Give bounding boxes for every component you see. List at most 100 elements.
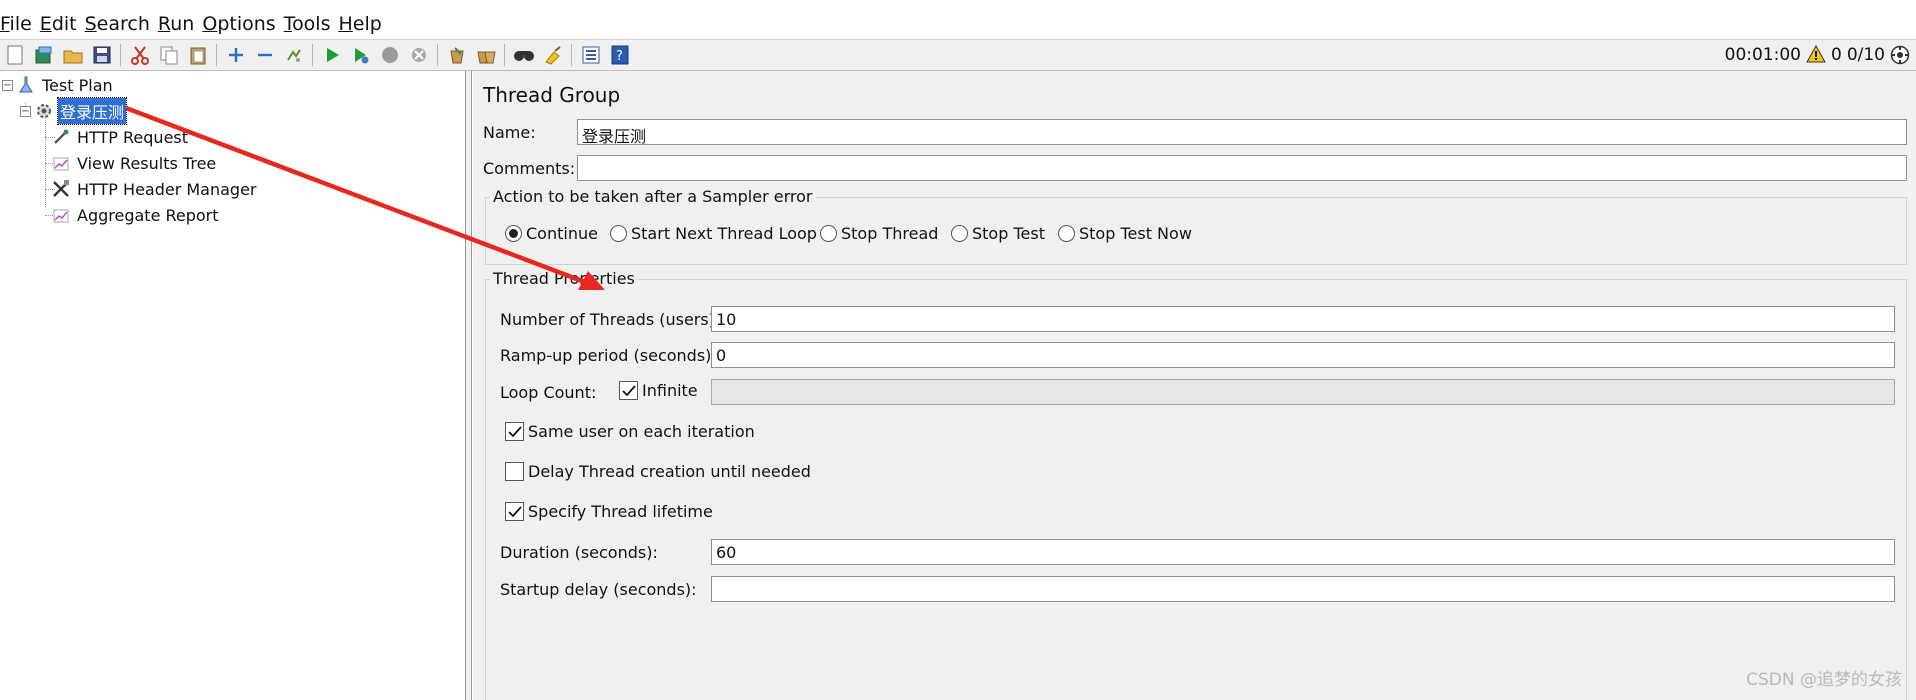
infinite-checkbox[interactable]: Infinite: [619, 381, 698, 400]
thread-group-panel: Thread Group Name: 登录压测 Comments: Action…: [473, 71, 1916, 700]
warning-icon[interactable]: [1806, 44, 1826, 65]
tree-label: HTTP Header Manager: [77, 179, 257, 199]
comments-field[interactable]: [577, 155, 1907, 181]
checkbox-label: Same user on each iteration: [528, 422, 755, 441]
checkbox-label: Infinite: [642, 381, 698, 400]
duration-label: Duration (seconds):: [500, 543, 658, 562]
menu-tools[interactable]: Tools: [284, 13, 337, 35]
svg-text:?: ?: [616, 49, 623, 64]
radio-label: Stop Thread: [841, 224, 939, 243]
menu-edit[interactable]: Edit: [40, 13, 83, 35]
startup-delay-label: Startup delay (seconds):: [500, 580, 697, 599]
menu-file[interactable]: File: [0, 13, 38, 35]
loop-count-label: Loop Count:: [500, 383, 597, 402]
rampup-field[interactable]: 0: [711, 342, 1895, 368]
menu-options[interactable]: Options: [202, 13, 281, 35]
radio-button[interactable]: [951, 225, 968, 242]
test-plan-icon: [17, 76, 35, 94]
cut-icon[interactable]: [126, 41, 154, 69]
menu-help[interactable]: Help: [339, 13, 388, 35]
startup-delay-field[interactable]: [711, 576, 1895, 602]
new-icon[interactable]: [1, 41, 29, 69]
tree-line: [45, 115, 46, 207]
start-no-pauses-icon[interactable]: [347, 41, 375, 69]
radio-stop-test-now[interactable]: Stop Test Now: [1058, 224, 1192, 243]
test-plan-tree: − Test Plan − 登录压测 HTTP Request View Res…: [0, 71, 466, 700]
toggle-icon[interactable]: [280, 41, 308, 69]
shutdown-icon[interactable]: [405, 41, 433, 69]
remote-status-icon[interactable]: [1890, 45, 1910, 66]
tree-node-http-header-manager[interactable]: HTTP Header Manager: [52, 177, 259, 201]
search-icon[interactable]: [510, 41, 538, 69]
start-icon[interactable]: [318, 41, 346, 69]
delay-thread-checkbox[interactable]: Delay Thread creation until needed: [505, 462, 811, 481]
toolbar: ? 00:01:00 0 0/10: [0, 39, 1916, 71]
tree-node-thread-group[interactable]: − 登录压测: [20, 97, 128, 125]
loop-count-field[interactable]: [711, 379, 1895, 405]
radio-continue[interactable]: Continue: [505, 224, 598, 243]
warning-count: 0: [1830, 45, 1842, 65]
elapsed-time: 00:01:00: [1724, 45, 1801, 65]
help-icon[interactable]: ?: [606, 41, 634, 69]
tree-label: Aggregate Report: [77, 205, 219, 225]
threads-label: Number of Threads (users):: [500, 310, 721, 329]
collapse-toggle-icon[interactable]: −: [20, 105, 31, 117]
clear-icon[interactable]: [443, 41, 471, 69]
menu-search[interactable]: Search: [85, 13, 156, 35]
pipette-icon: [52, 128, 70, 146]
tree-label: Test Plan: [42, 75, 113, 95]
checkbox-label: Delay Thread creation until needed: [528, 462, 811, 481]
collapse-toggle-icon[interactable]: −: [2, 79, 13, 91]
checkbox-box[interactable]: [505, 502, 524, 521]
threads-field[interactable]: 10: [711, 306, 1895, 332]
checkbox-box[interactable]: [619, 381, 638, 400]
radio-button[interactable]: [505, 225, 522, 242]
checkbox-box[interactable]: [505, 462, 524, 481]
checkbox-box[interactable]: [505, 422, 524, 441]
toolbar-separator: [120, 44, 121, 66]
split-pane-divider[interactable]: [466, 71, 472, 700]
radio-label: Start Next Thread Loop: [631, 224, 817, 243]
checkbox-label: Specify Thread lifetime: [528, 502, 713, 521]
radio-label: Stop Test Now: [1079, 224, 1192, 243]
radio-button[interactable]: [610, 225, 627, 242]
name-field[interactable]: 登录压测: [577, 119, 1907, 146]
radio-button[interactable]: [1058, 225, 1075, 242]
tree-node-test-plan[interactable]: − Test Plan: [2, 73, 115, 97]
thread-group-gear-icon: [35, 102, 53, 120]
copy-icon[interactable]: [155, 41, 183, 69]
toolbar-separator: [312, 44, 313, 66]
reset-search-icon[interactable]: [539, 41, 567, 69]
radio-start-next-thread-loop[interactable]: Start Next Thread Loop: [610, 224, 817, 243]
radio-label: Continue: [526, 224, 598, 243]
stop-icon[interactable]: [376, 41, 404, 69]
templates-icon[interactable]: [30, 41, 58, 69]
tools-icon: [52, 180, 70, 198]
duration-field[interactable]: 60: [711, 539, 1895, 565]
function-helper-icon[interactable]: [577, 41, 605, 69]
same-user-checkbox[interactable]: Same user on each iteration: [505, 422, 755, 441]
expand-icon[interactable]: [222, 41, 250, 69]
tree-node-view-results-tree[interactable]: View Results Tree: [52, 151, 218, 175]
radio-stop-thread[interactable]: Stop Thread: [820, 224, 938, 243]
tree-node-aggregate-report[interactable]: Aggregate Report: [52, 203, 221, 227]
chart-listener-icon: [52, 154, 70, 172]
active-threads: 0/10: [1846, 45, 1885, 65]
save-icon[interactable]: [88, 41, 116, 69]
radio-button[interactable]: [820, 225, 837, 242]
panel-title: Thread Group: [483, 83, 621, 107]
sampler-error-legend: Action to be taken after a Sampler error: [490, 187, 816, 206]
menu-run[interactable]: Run: [158, 13, 200, 35]
collapse-icon[interactable]: [251, 41, 279, 69]
paste-icon[interactable]: [184, 41, 212, 69]
run-status: 00:01:00 0 0/10: [1720, 40, 1910, 70]
rampup-label: Ramp-up period (seconds):: [500, 346, 717, 365]
clear-all-icon[interactable]: [472, 41, 500, 69]
tree-label: View Results Tree: [77, 153, 217, 173]
radio-stop-test[interactable]: Stop Test: [951, 224, 1045, 243]
specify-lifetime-checkbox[interactable]: Specify Thread lifetime: [505, 502, 713, 521]
open-icon[interactable]: [59, 41, 87, 69]
tree-label-selected: 登录压测: [56, 97, 128, 125]
tree-node-http-request[interactable]: HTTP Request: [52, 125, 190, 149]
radio-label: Stop Test: [972, 224, 1045, 243]
